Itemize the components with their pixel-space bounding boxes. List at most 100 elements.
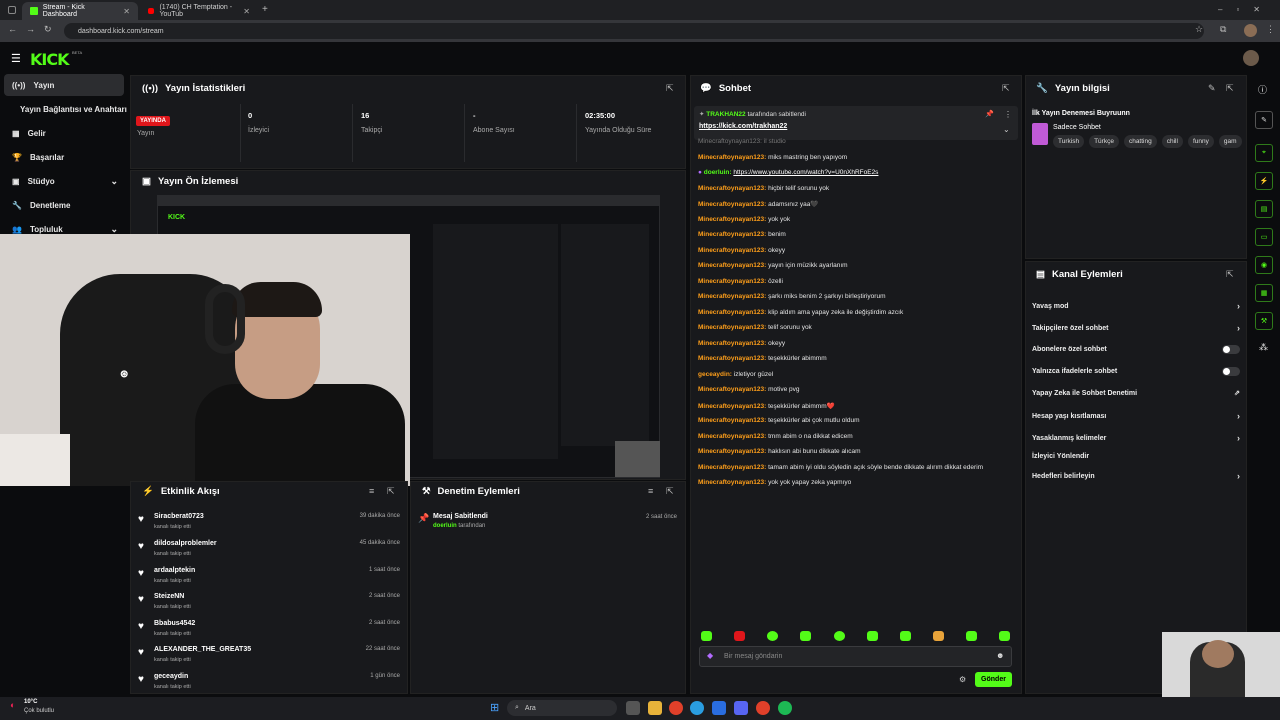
emote-icon[interactable] — [701, 631, 712, 641]
emoji-icon[interactable]: ☻ — [996, 651, 1004, 660]
popout-icon[interactable]: ⇱ — [387, 486, 395, 497]
pinned-link[interactable]: https://kick.com/trakhan22 — [699, 123, 787, 130]
chat-username[interactable]: Minecraftoynayan123: — [698, 324, 766, 331]
popout-icon[interactable]: ⇱ — [666, 83, 674, 94]
close-tab-icon[interactable]: ✕ — [123, 7, 130, 16]
chat-username[interactable]: Minecraftoynayan123: — [698, 464, 766, 471]
chevron-down-icon[interactable]: ⌄ — [1003, 125, 1010, 134]
follower-name[interactable]: SteizeNN — [154, 593, 184, 600]
mod-user[interactable]: doerluin — [433, 523, 457, 529]
popout-icon[interactable]: ⇱ — [1226, 83, 1234, 94]
chat-username[interactable]: Minecraftoynayan123: — [698, 403, 766, 410]
chat-username[interactable]: Minecraftoynayan123: — [698, 448, 766, 455]
chat-username[interactable]: Minecraftoynayan123: — [698, 417, 766, 424]
raid-row[interactable]: İzleyici Yönlendir — [1032, 453, 1240, 460]
chat-settings-icon[interactable]: ⚙ — [959, 675, 966, 684]
tag-chip[interactable]: funny — [1187, 135, 1214, 148]
follower-name[interactable]: geceaydin — [154, 673, 188, 680]
emote-icon[interactable] — [734, 631, 745, 641]
chat-username[interactable]: doerluin: — [704, 169, 732, 176]
follower-name[interactable]: ardaalptekin — [154, 567, 195, 574]
file-explorer-icon[interactable] — [648, 701, 662, 715]
banned-words-row[interactable]: Yasaklanmış kelimeler › — [1032, 433, 1240, 443]
ai-moderation-row[interactable]: Yapay Zeka ile Sohbet Denetimi ⇗ — [1032, 389, 1240, 398]
category-name[interactable]: Sadece Sohbet — [1053, 124, 1101, 131]
follower-name[interactable]: dildosalproblemler — [154, 540, 217, 547]
new-tab-icon[interactable]: + — [262, 4, 268, 15]
back-icon[interactable]: ← — [8, 24, 17, 34]
user-avatar[interactable] — [1243, 50, 1259, 66]
follower-name[interactable]: ALEXANDER_THE_GREAT35 — [154, 646, 251, 653]
followers-only-row[interactable]: Takipçilere özel sohbet › — [1032, 323, 1240, 333]
follower-name[interactable]: Bbabus4542 — [154, 620, 195, 627]
emote-icon[interactable] — [900, 631, 911, 641]
window-controls[interactable]: –▫✕ — [1218, 5, 1274, 14]
mail-icon[interactable] — [712, 701, 726, 715]
tab-kick-dashboard[interactable]: Stream - Kick Dashboard ✕ — [22, 2, 138, 20]
pinned-user[interactable]: TRAKHAN22 — [706, 111, 745, 118]
emote-icon[interactable] — [966, 631, 977, 641]
pinned-menu-icon[interactable]: ⋮ — [1004, 110, 1012, 119]
emote-icon[interactable] — [867, 631, 878, 641]
chat-username[interactable]: Minecraftoynayan123: — [698, 309, 766, 316]
popout-icon[interactable]: ⇱ — [1226, 269, 1234, 280]
chrome-icon[interactable] — [669, 701, 683, 715]
scan-icon[interactable]: ⌖ — [1255, 144, 1273, 162]
sidebar-item-studio[interactable]: ▣ Stüdyo ⌄ — [4, 170, 124, 192]
account-age-row[interactable]: Hesap yaşı kısıtlaması › — [1032, 411, 1240, 421]
nodes-icon[interactable]: ⁂ — [1259, 342, 1268, 353]
slow-mode-row[interactable]: Yavaş mod › — [1032, 301, 1240, 311]
tag-chip[interactable]: Turkish — [1053, 135, 1085, 148]
tag-chip[interactable]: Türkçe — [1089, 135, 1119, 148]
emote-icon[interactable] — [767, 631, 778, 641]
edit-icon[interactable]: ✎ — [1255, 111, 1273, 129]
profile-avatar[interactable] — [1244, 24, 1257, 37]
emote-only-toggle[interactable] — [1222, 367, 1240, 376]
kick-logo[interactable]: KICK — [30, 50, 69, 69]
chat-username[interactable]: Minecraftoynayan123: — [698, 433, 766, 440]
tab-menu-icon[interactable] — [8, 6, 16, 14]
goals-row[interactable]: Hedefleri belirleyin › — [1032, 471, 1240, 481]
layout-icon[interactable]: ▦ — [1255, 284, 1273, 302]
chat-username[interactable]: Minecraftoynayan123: — [698, 154, 766, 161]
chat-username[interactable]: Minecraftoynayan123: — [698, 216, 766, 223]
popout-icon[interactable]: ⇱ — [1002, 83, 1010, 94]
info-icon[interactable]: ⓘ — [1258, 83, 1267, 96]
document-icon[interactable]: ▤ — [1255, 200, 1273, 218]
send-button[interactable]: Gönder — [975, 672, 1012, 687]
chat-username[interactable]: Minecraftoynayan123: — [698, 201, 766, 208]
filter-icon[interactable]: ≡ — [369, 486, 374, 496]
hamburger-menu-icon[interactable]: ☰ — [11, 52, 21, 65]
lightning-icon[interactable]: ⚡ — [1255, 172, 1273, 190]
chat-username[interactable]: Minecraftoynayan123: — [698, 231, 766, 238]
emote-icon[interactable] — [800, 631, 811, 641]
chat-username[interactable]: Minecraftoynayan123: — [698, 293, 766, 300]
sidebar-item-stream-key[interactable]: Yayın Bağlantısı ve Anahtarı — [12, 98, 130, 120]
chat-icon[interactable]: ▭ — [1255, 228, 1273, 246]
chat-username[interactable]: Minecraftoynayan123: — [698, 386, 766, 393]
spotify-icon[interactable] — [778, 701, 792, 715]
extensions-icon[interactable]: ⧉ — [1220, 24, 1226, 35]
task-view-icon[interactable] — [626, 701, 640, 715]
emote-icon[interactable] — [999, 631, 1010, 641]
url-field[interactable]: dashboard.kick.com/stream — [64, 23, 1204, 39]
broadcast-icon[interactable]: ◉ — [1255, 256, 1273, 274]
tag-chip[interactable]: gam — [1218, 135, 1242, 148]
chat-username[interactable]: geceaydin: — [698, 371, 732, 378]
popout-icon[interactable]: ⇱ — [666, 486, 674, 497]
discord-icon[interactable] — [734, 701, 748, 715]
tab-youtube[interactable]: (1740) CH Temptation - YouTub ✕ — [140, 2, 258, 20]
sidebar-item-moderation[interactable]: 🔧 Denetleme — [4, 194, 124, 216]
windows-start-icon[interactable]: ⊞ — [490, 701, 499, 714]
chat-link[interactable]: https://www.youtube.com/watch?v=U0nXhRFo… — [733, 169, 878, 176]
edit-pencil-icon[interactable]: ✎ — [1208, 83, 1216, 94]
chat-username[interactable]: Minecraftoynayan123: — [698, 247, 766, 254]
emote-icon[interactable] — [834, 631, 845, 641]
chat-username[interactable]: Minecraftoynayan123: — [698, 262, 766, 269]
browser-icon[interactable] — [756, 701, 770, 715]
chat-username[interactable]: Minecraftoynayan123: — [698, 185, 766, 192]
tag-chip[interactable]: chill — [1161, 135, 1183, 148]
chat-username[interactable]: Minecraftoynayan123: — [698, 479, 766, 486]
tag-chip[interactable]: chatting — [1123, 135, 1157, 148]
chat-username[interactable]: Minecraftoynayan123: — [698, 340, 766, 347]
